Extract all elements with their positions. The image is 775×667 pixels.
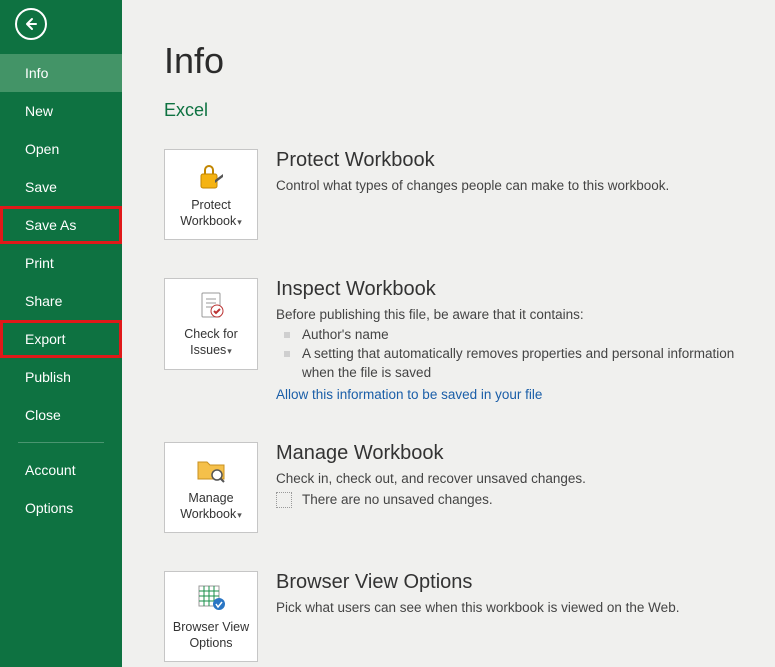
section-body: Protect Workbook Control what types of c…: [276, 149, 747, 197]
sidebar-item-save-as[interactable]: Save As: [0, 206, 122, 244]
browser-sheet-icon: [195, 582, 227, 614]
manage-empty-row: There are no unsaved changes.: [276, 492, 747, 508]
sidebar-item-info[interactable]: Info: [0, 54, 122, 92]
sidebar-item-label: Open: [25, 141, 59, 157]
sidebar-item-export[interactable]: Export: [0, 320, 122, 358]
sidebar-item-label: Close: [25, 407, 61, 423]
sidebar-item-label: Print: [25, 255, 54, 271]
sidebar-item-close[interactable]: Close: [0, 396, 122, 434]
protect-workbook-tile[interactable]: Protect Workbook▾: [164, 149, 258, 240]
sidebar-item-label: Account: [25, 462, 76, 478]
page-subtitle: Excel: [164, 100, 747, 121]
tile-label: Browser View Options: [169, 620, 253, 651]
sidebar-item-label: Info: [25, 65, 48, 81]
section-protect: Protect Workbook▾ Protect Workbook Contr…: [164, 149, 747, 240]
sidebar-item-share[interactable]: Share: [0, 282, 122, 320]
sidebar-item-options[interactable]: Options: [0, 489, 122, 527]
protect-desc: Control what types of changes people can…: [276, 178, 747, 193]
tile-label: Protect Workbook▾: [169, 198, 253, 229]
sidebar-items: Info New Open Save Save As Print Share E…: [0, 54, 122, 527]
manage-empty-text: There are no unsaved changes.: [302, 492, 493, 507]
sidebar-item-label: Export: [25, 331, 65, 347]
sidebar-item-print[interactable]: Print: [0, 244, 122, 282]
sidebar-item-new[interactable]: New: [0, 92, 122, 130]
sidebar-item-label: New: [25, 103, 53, 119]
inspect-allow-link[interactable]: Allow this information to be saved in yo…: [276, 387, 542, 402]
section-body: Manage Workbook Check in, check out, and…: [276, 442, 747, 508]
sidebar-separator: [18, 442, 104, 443]
manage-workbook-tile[interactable]: Manage Workbook▾: [164, 442, 258, 533]
manage-desc: Check in, check out, and recover unsaved…: [276, 471, 747, 486]
inspect-heading: Inspect Workbook: [276, 278, 747, 301]
sidebar-top: [0, 0, 122, 54]
section-inspect: Check for Issues▾ Inspect Workbook Befor…: [164, 278, 747, 404]
page-title: Info: [164, 40, 747, 82]
manage-heading: Manage Workbook: [276, 442, 747, 465]
sidebar-item-publish[interactable]: Publish: [0, 358, 122, 396]
sidebar-item-account[interactable]: Account: [0, 451, 122, 489]
section-manage: Manage Workbook▾ Manage Workbook Check i…: [164, 442, 747, 533]
document-check-icon: [195, 289, 227, 321]
folder-magnify-icon: [195, 453, 227, 485]
sidebar-item-label: Options: [25, 500, 73, 516]
inspect-bullet: A setting that automatically removes pro…: [284, 345, 747, 383]
lock-icon: [195, 160, 227, 192]
sidebar-item-label: Save As: [25, 217, 76, 233]
tile-label: Manage Workbook▾: [169, 491, 253, 522]
sidebar-item-open[interactable]: Open: [0, 130, 122, 168]
sidebar-item-label: Share: [25, 293, 62, 309]
main-content: Info Excel Protect Workbook▾ Protect Wor…: [122, 0, 775, 667]
sidebar-item-label: Publish: [25, 369, 71, 385]
browser-desc: Pick what users can see when this workbo…: [276, 600, 747, 615]
browser-heading: Browser View Options: [276, 571, 747, 594]
section-body: Browser View Options Pick what users can…: [276, 571, 747, 619]
section-browser: Browser View Options Browser View Option…: [164, 571, 747, 662]
back-arrow-icon: [23, 16, 39, 32]
protect-heading: Protect Workbook: [276, 149, 747, 172]
inspect-bullets: Author's name A setting that automatical…: [276, 326, 747, 383]
sidebar-item-label: Save: [25, 179, 57, 195]
inspect-bullet: Author's name: [284, 326, 747, 345]
browser-view-tile[interactable]: Browser View Options: [164, 571, 258, 662]
inspect-desc: Before publishing this file, be aware th…: [276, 307, 747, 322]
tile-label: Check for Issues▾: [169, 327, 253, 358]
file-placeholder-icon: [276, 492, 292, 508]
sidebar-item-save[interactable]: Save: [0, 168, 122, 206]
section-body: Inspect Workbook Before publishing this …: [276, 278, 747, 404]
sidebar: Info New Open Save Save As Print Share E…: [0, 0, 122, 667]
check-issues-tile[interactable]: Check for Issues▾: [164, 278, 258, 369]
back-button[interactable]: [15, 8, 47, 40]
